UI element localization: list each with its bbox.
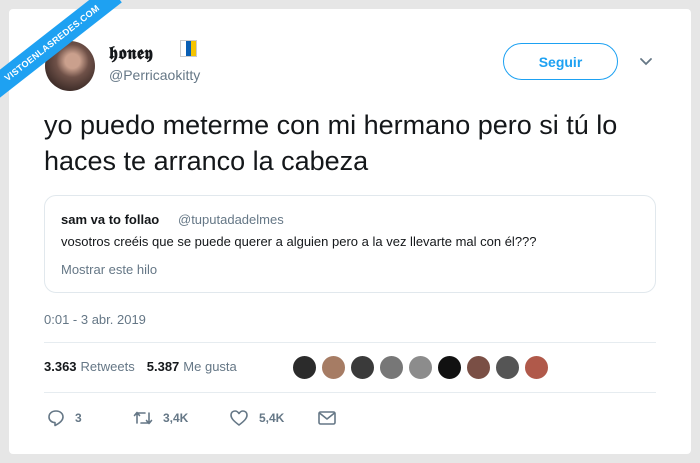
- liker-avatar[interactable]: [408, 355, 433, 380]
- liker-avatar[interactable]: [524, 355, 549, 380]
- retweet-icon: [133, 411, 153, 425]
- tweet-text: yo puedo meterme con mi hermano pero si …: [44, 110, 618, 176]
- engagement-stats: 3.363 Retweets 5.387 Me gusta: [44, 359, 237, 374]
- liker-avatar[interactable]: [495, 355, 520, 380]
- action-bar: 3 3,4K 5,4K: [47, 409, 347, 427]
- quoted-author-name: sam va to follao: [61, 212, 160, 227]
- reply-button[interactable]: 3: [47, 409, 133, 427]
- liker-avatar[interactable]: [321, 355, 346, 380]
- like-button[interactable]: 5,4K: [229, 409, 317, 427]
- divider: [44, 392, 656, 393]
- likes-stat[interactable]: 5.387 Me gusta: [147, 359, 237, 374]
- quoted-text: vosotros creéis que se puede querer a al…: [61, 234, 537, 249]
- envelope-icon: [318, 411, 336, 425]
- quoted-author-handle: @tuputadadelmes: [178, 212, 284, 227]
- divider: [44, 342, 656, 343]
- direct-message-button[interactable]: [317, 410, 347, 426]
- retweet-button[interactable]: 3,4K: [133, 409, 229, 427]
- likers-avatars[interactable]: [292, 355, 553, 380]
- liker-avatar[interactable]: [292, 355, 317, 380]
- liker-avatar[interactable]: [466, 355, 491, 380]
- show-thread-link[interactable]: Mostrar este hilo: [61, 262, 157, 277]
- tweet-timestamp[interactable]: 0:01 - 3 abr. 2019: [44, 312, 146, 327]
- liker-avatar[interactable]: [437, 355, 462, 380]
- canary-islands-flag-icon: [180, 40, 197, 57]
- user-handle[interactable]: @Perricaokitty: [109, 67, 200, 83]
- liker-avatar[interactable]: [379, 355, 404, 380]
- tweet-card: 𝖍𝖔𝖓𝖊𝖞 @Perricaokitty Seguir yo puedo met…: [9, 9, 691, 454]
- heart-icon: [230, 410, 248, 426]
- liker-avatar[interactable]: [350, 355, 375, 380]
- follow-button[interactable]: Seguir: [503, 43, 618, 80]
- reply-icon: [48, 410, 64, 427]
- retweets-stat[interactable]: 3.363 Retweets: [44, 359, 135, 374]
- display-name[interactable]: 𝖍𝖔𝖓𝖊𝖞: [109, 43, 153, 64]
- chevron-down-icon[interactable]: [639, 57, 653, 67]
- quoted-tweet[interactable]: sam va to follao @tuputadadelmes vosotro…: [44, 195, 656, 293]
